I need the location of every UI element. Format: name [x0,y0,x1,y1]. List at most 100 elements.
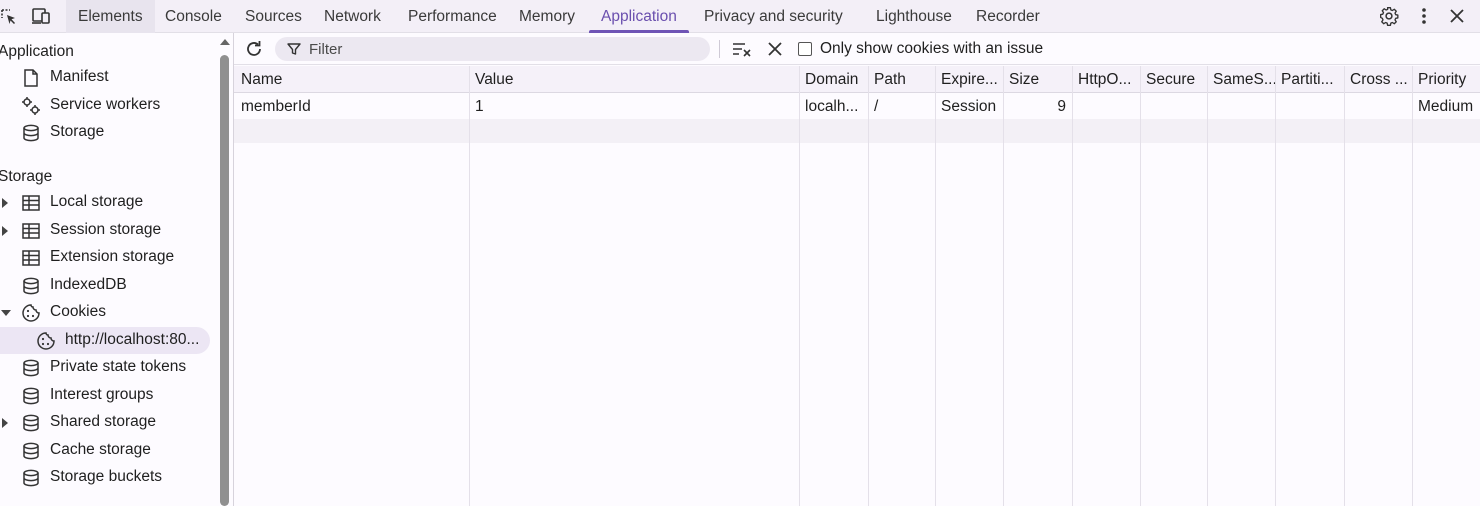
column-header-domain[interactable]: Domain [799,66,868,93]
table-grid-icon [20,192,41,213]
sidebar-item-storage[interactable]: Storage [0,119,210,146]
gears-icon [20,95,41,116]
column-header-partition[interactable]: Partiti... [1275,66,1344,93]
inspect-element-icon[interactable] [0,5,20,27]
delete-selected-icon[interactable] [764,38,786,60]
sidebar-item-interest-groups[interactable]: Interest groups [0,382,210,409]
cell-priority: Medium [1418,98,1474,115]
database-icon [20,440,41,461]
tab-network[interactable]: Network [312,0,393,33]
sidebar-scrollbar[interactable] [218,33,232,506]
filter-funnel-icon [287,43,301,55]
column-header-expires[interactable]: Expire... [935,66,1003,93]
column-header-cross-site[interactable]: Cross ... [1344,66,1412,93]
cell-path: / [874,98,879,115]
column-header-priority[interactable]: Priority [1412,66,1480,93]
cell-value: 1 [475,98,484,115]
sidebar-item-indexeddb[interactable]: IndexedDB [0,272,210,299]
close-devtools-icon[interactable] [1445,4,1469,28]
clear-all-cookies-icon[interactable] [731,38,753,60]
table-grid-icon [20,220,41,241]
column-header-name[interactable]: Name [235,66,469,93]
column-divider[interactable] [935,66,936,506]
tab-memory[interactable]: Memory [507,0,587,33]
cell-samesite [1207,94,1275,119]
database-icon [20,385,41,406]
tab-application[interactable]: Application [589,0,689,33]
document-icon [20,67,41,88]
database-icon [20,275,41,296]
scroll-up-arrow-icon[interactable] [220,39,230,45]
table-row-empty [234,119,1480,143]
database-icon [20,122,41,143]
more-options-kebab-icon[interactable] [1412,4,1436,28]
only-issue-checkbox[interactable] [798,42,812,56]
application-sidebar: Application Manifest Service workers Sto… [0,33,218,506]
tab-lighthouse[interactable]: Lighthouse [864,0,964,33]
section-title-application: Application [0,43,74,60]
cell-httponly [1072,94,1140,119]
database-icon [20,357,41,378]
column-divider[interactable] [799,66,800,506]
expand-arrow-icon[interactable] [2,418,8,428]
column-header-path[interactable]: Path [868,66,935,93]
column-divider[interactable] [1072,66,1073,506]
cell-size: 9 [1057,98,1066,115]
sidebar-item-manifest[interactable]: Manifest [0,64,210,91]
cookie-icon [35,330,56,351]
cell-expires: Session [941,98,997,115]
column-divider[interactable] [868,66,869,506]
sidebar-item-storage-buckets[interactable]: Storage buckets [0,464,210,491]
filter-box[interactable] [275,37,710,61]
device-toolbar-icon[interactable] [29,5,53,27]
cell-cross-site [1344,94,1412,119]
sidebar-item-extension-storage[interactable]: Extension storage [0,244,210,271]
collapse-arrow-icon[interactable] [1,310,11,316]
tab-elements[interactable]: Elements [66,0,155,33]
sidebar-item-cache-storage[interactable]: Cache storage [0,437,210,464]
column-divider[interactable] [1275,66,1276,506]
settings-gear-icon[interactable] [1377,4,1401,28]
filter-input[interactable] [309,39,699,59]
column-header-secure[interactable]: Secure [1140,66,1207,93]
table-header: Name Value Domain Path Expire... Size Ht… [234,66,1480,93]
sidebar-item-private-state-tokens[interactable]: Private state tokens [0,354,210,381]
column-divider[interactable] [1140,66,1141,506]
database-icon [20,467,41,488]
devtools-tab-bar: Elements Console Sources Network Perform… [0,0,1480,33]
column-divider[interactable] [1412,66,1413,506]
table-grid-icon [20,247,41,268]
section-title-storage: Storage [0,168,53,185]
database-icon [20,412,41,433]
sidebar-item-session-storage[interactable]: Session storage [0,217,210,244]
column-divider[interactable] [1344,66,1345,506]
sidebar-item-cookie-origin[interactable]: http://localhost:80... [0,327,210,354]
column-divider[interactable] [1207,66,1208,506]
tab-recorder[interactable]: Recorder [964,0,1052,33]
sidebar-item-shared-storage[interactable]: Shared storage [0,409,210,436]
column-header-httponly[interactable]: HttpO... [1072,66,1140,93]
tab-console[interactable]: Console [153,0,234,33]
tab-performance[interactable]: Performance [396,0,509,33]
sidebar-item-service-workers[interactable]: Service workers [0,92,210,119]
tab-privacy-and-security[interactable]: Privacy and security [692,0,855,33]
table-row[interactable]: memberId 1 localh... / Session 9 Medium [234,94,1480,119]
sidebar-item-local-storage[interactable]: Local storage [0,189,210,216]
cookies-table: Name Value Domain Path Expire... Size Ht… [234,66,1480,506]
cookie-icon [20,302,41,323]
column-divider[interactable] [469,66,470,506]
column-header-value[interactable]: Value [469,66,799,93]
scrollbar-thumb[interactable] [220,55,229,506]
only-issue-label[interactable]: Only show cookies with an issue [820,40,1043,58]
tab-sources[interactable]: Sources [233,0,314,33]
column-divider[interactable] [1003,66,1004,506]
expand-arrow-icon[interactable] [2,226,8,236]
expand-arrow-icon[interactable] [2,198,8,208]
refresh-icon[interactable] [242,37,266,61]
sidebar-item-cookies[interactable]: Cookies [0,299,210,326]
column-header-samesite[interactable]: SameS... [1207,66,1275,93]
column-header-size[interactable]: Size [1003,66,1072,93]
cookies-toolbar: Only show cookies with an issue [234,33,1480,65]
cell-partition [1275,94,1344,119]
toolbar-separator [719,40,720,58]
